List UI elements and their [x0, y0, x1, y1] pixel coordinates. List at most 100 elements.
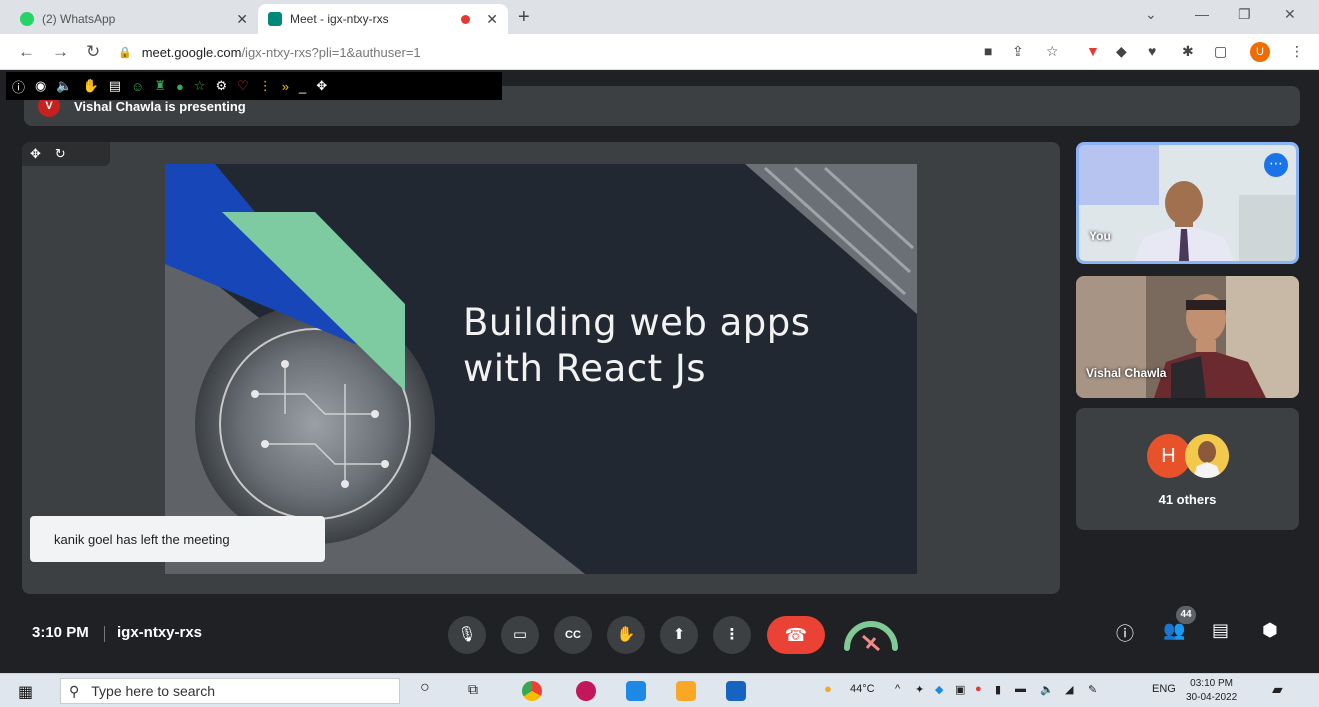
refresh-icon[interactable]: ↻	[55, 146, 66, 162]
eye-icon[interactable]: ◉	[35, 78, 46, 94]
chat-icon[interactable]: ▤	[1212, 620, 1229, 641]
cortana-icon[interactable]: ○	[420, 679, 440, 699]
meet-icon	[268, 12, 282, 26]
tab-title: (2) WhatsApp	[42, 12, 116, 26]
emoji-icon[interactable]: ☺	[131, 79, 144, 94]
close-window-button[interactable]: ✕	[1284, 6, 1296, 23]
tray-icon[interactable]: ●	[975, 683, 982, 695]
tab-search-chevron-icon[interactable]: ⌄	[1145, 6, 1157, 23]
avatar-photo	[1184, 434, 1229, 478]
clock-time: 03:10 PM	[1190, 678, 1233, 689]
more-vert-icon[interactable]: ⋮	[259, 78, 272, 94]
address-bar[interactable]: 🔒 meet.google.com/igx-ntxy-rxs?pli=1&aut…	[118, 39, 1018, 65]
language-indicator[interactable]: ENG	[1152, 683, 1176, 695]
heart-icon[interactable]: ♡	[237, 78, 249, 94]
tab-whatsapp[interactable]: (2) WhatsApp ✕	[10, 4, 258, 34]
bookmark-star-icon[interactable]: ☆	[1046, 43, 1059, 60]
share-icon[interactable]: ⇪	[1012, 43, 1024, 60]
battery-icon[interactable]: ▬	[1015, 683, 1026, 695]
stage-controls: ✥ ↻	[22, 142, 110, 166]
notes-icon[interactable]: ▤	[109, 78, 121, 94]
taskbar-clock[interactable]: 03:10 PM 30-04-2022	[1186, 677, 1237, 705]
tray-icon[interactable]: ✦	[915, 683, 924, 696]
gear-icon[interactable]: ⚙	[215, 78, 227, 94]
camera-button[interactable]: ▭	[501, 616, 539, 654]
more-options-button[interactable]: ⋮	[713, 616, 751, 654]
windows-start-icon[interactable]: ▦	[18, 682, 33, 702]
clock-date: 30-04-2022	[1186, 692, 1238, 703]
ribbon-icon[interactable]: ♜	[154, 78, 166, 94]
dropbox-icon[interactable]: ◆	[935, 683, 943, 696]
close-tab-icon[interactable]: ✕	[486, 11, 498, 28]
chat-icon[interactable]: ●	[176, 79, 184, 94]
more-options-button[interactable]: ⋯	[1264, 153, 1288, 177]
present-screen-button[interactable]: ⬆	[660, 616, 698, 654]
chrome-icon[interactable]	[522, 681, 542, 701]
others-tile[interactable]: H 41 others	[1076, 408, 1299, 530]
tray-icon[interactable]: ▣	[955, 683, 965, 696]
lock-icon: 🔒	[118, 46, 132, 59]
participant-avatar-photo	[1184, 434, 1229, 478]
info-icon[interactable]: ⓘ	[12, 77, 25, 96]
star-icon[interactable]: ☆	[194, 78, 206, 94]
tray-icon[interactable]: ▮	[995, 683, 1001, 696]
weather-icon: ●	[824, 681, 832, 696]
microphone-button[interactable]: 🎙	[448, 616, 486, 654]
show-hidden-icons-icon[interactable]: ^	[895, 683, 900, 695]
participant-avatar: H	[1146, 434, 1191, 478]
participant-tile-vishal-chawla[interactable]: Vishal Chawla	[1076, 276, 1299, 398]
minimize-icon[interactable]: _	[299, 79, 306, 94]
meeting-code: igx-ntxy-rxs	[117, 624, 203, 641]
whatsapp-icon	[20, 12, 34, 26]
pen-icon[interactable]: ✎	[1088, 683, 1097, 696]
notifications-icon[interactable]: ▰	[1272, 681, 1283, 698]
hand-icon[interactable]: ✋	[83, 78, 99, 94]
recording-dot-icon	[461, 14, 471, 24]
url-host: meet.google.com	[141, 44, 242, 60]
back-button[interactable]: ←	[18, 42, 35, 62]
task-view-icon[interactable]: ⧉	[468, 681, 488, 701]
extension-icon[interactable]: ◆	[1116, 43, 1127, 60]
browser-tab-strip: (2) WhatsApp ✕ Meet - igx-ntxy-rxs ✕ + ⌄…	[0, 0, 1319, 34]
meeting-time: 3:10 PM	[32, 624, 89, 641]
volume-icon[interactable]: 🔈	[1040, 683, 1054, 696]
restore-button[interactable]: ❐	[1238, 6, 1251, 23]
reload-button[interactable]: ↻	[86, 42, 100, 62]
extensions-puzzle-icon[interactable]: ✱	[1182, 43, 1194, 60]
file-explorer-icon[interactable]	[676, 681, 696, 701]
search-icon: ⚲	[69, 682, 80, 699]
chevron-right-icon[interactable]: »	[282, 79, 289, 94]
tab-meet[interactable]: Meet - igx-ntxy-rxs ✕	[258, 4, 508, 34]
profile-avatar[interactable]: U	[1250, 42, 1270, 62]
word-icon[interactable]	[726, 681, 746, 701]
divider	[104, 626, 105, 642]
side-panel-icon[interactable]: ▢	[1214, 43, 1227, 60]
app-icon[interactable]	[626, 681, 646, 701]
host-controls-lock-icon[interactable]: ⬢	[1262, 620, 1278, 641]
participant-tile-self[interactable]: ⋯ You	[1076, 142, 1299, 264]
move-icon[interactable]: ✥	[30, 146, 41, 162]
taskbar-search-box[interactable]: ⚲ Type here to search	[60, 678, 400, 704]
minimize-button[interactable]: —	[1195, 6, 1209, 22]
meeting-control-bar: 3:10 PM igx-ntxy-rxs 🎙 ▭ CC ✋ ⬆ ⋮ ☎ ⓘ 👥 …	[0, 598, 1319, 673]
tab-title: Meet - igx-ntxy-rxs	[290, 12, 389, 26]
raise-hand-button[interactable]: ✋	[607, 616, 645, 654]
meeting-info-icon[interactable]: ⓘ	[1116, 620, 1134, 646]
slide-title: Building web apps with React Js	[463, 300, 811, 392]
captions-button[interactable]: CC	[554, 616, 592, 654]
extension-icon[interactable]: ♥	[1148, 43, 1156, 59]
browser-menu-icon[interactable]: ⋮	[1290, 43, 1304, 60]
move-icon[interactable]: ✥	[316, 78, 327, 94]
network-icon[interactable]: ◢	[1065, 683, 1073, 696]
temperature: 44°C	[850, 683, 875, 695]
leave-call-button[interactable]: ☎	[767, 616, 825, 654]
speaker-icon[interactable]: 🔈	[56, 78, 72, 94]
forward-button[interactable]: →	[52, 42, 69, 62]
participant-name: Vishal Chawla	[1086, 366, 1167, 380]
extension-icon[interactable]: ▼	[1086, 43, 1100, 59]
camera-icon[interactable]: ■	[984, 43, 992, 59]
close-tab-icon[interactable]: ✕	[236, 11, 248, 28]
presenting-text: Vishal Chawla is presenting	[74, 98, 246, 114]
new-tab-button[interactable]: +	[518, 6, 530, 29]
paint-icon[interactable]	[576, 681, 596, 701]
